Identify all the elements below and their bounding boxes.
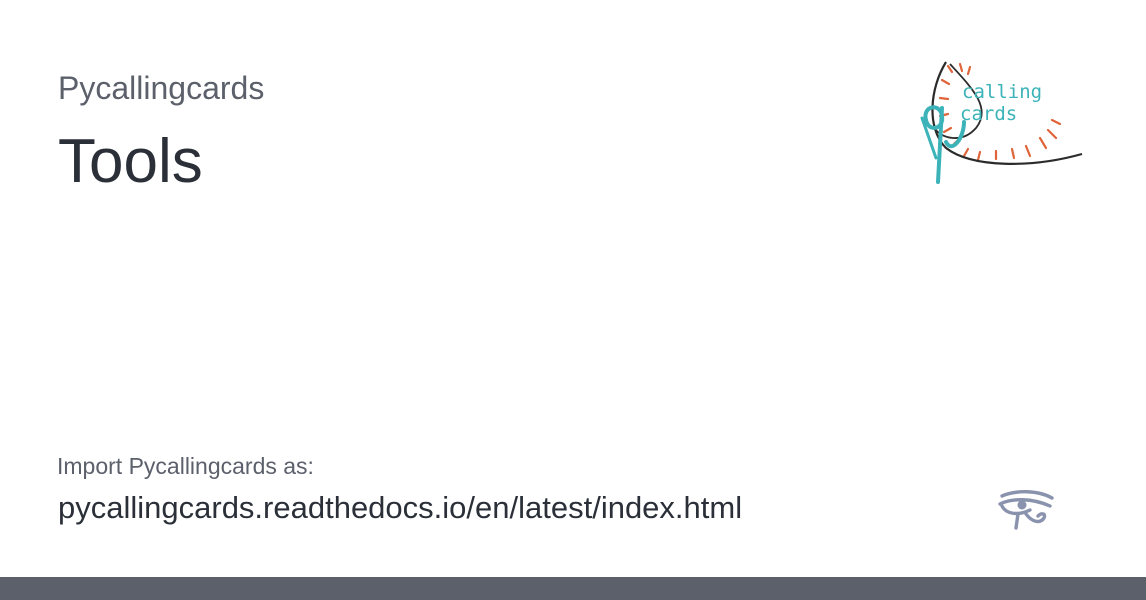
logo-text-line2: cards xyxy=(960,103,1017,125)
import-label: Import Pycallingcards as: xyxy=(57,453,314,479)
social-card: Pycallingcards Tools calling cards Impor… xyxy=(0,0,1146,600)
logo-text-line1: calling xyxy=(962,81,1042,103)
page-title: Tools xyxy=(58,127,203,196)
footer-bar xyxy=(0,577,1146,600)
import-url: pycallingcards.readthedocs.io/en/latest/… xyxy=(58,490,743,525)
project-name: Pycallingcards xyxy=(58,70,265,106)
pycallingcards-logo-icon: calling cards xyxy=(920,61,1083,184)
eye-of-horus-icon xyxy=(998,490,1054,530)
